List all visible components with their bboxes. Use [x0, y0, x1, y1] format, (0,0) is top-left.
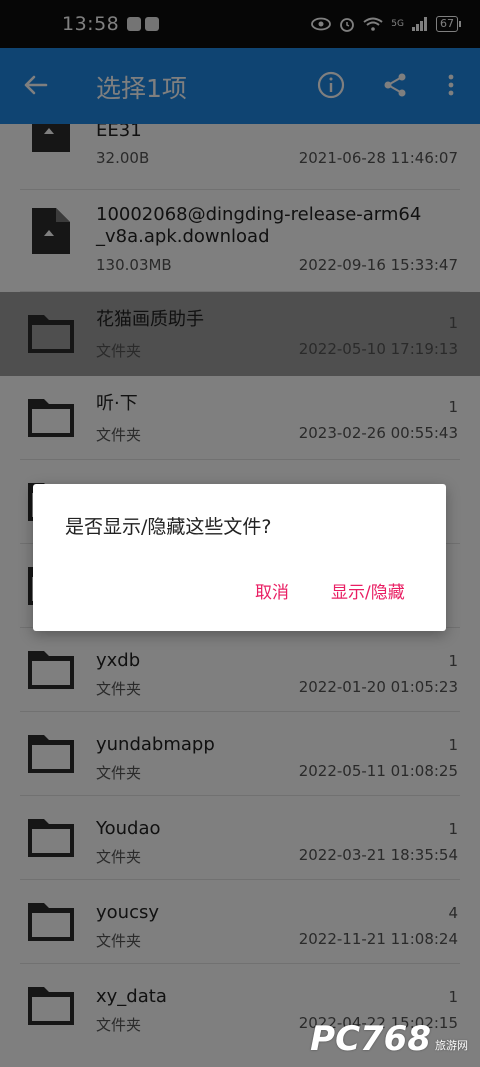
show-hide-button[interactable]: 显示/隐藏 — [331, 578, 405, 603]
watermark-text: PC768 — [310, 1019, 431, 1059]
watermark-logo: PC768 旅游网 — [310, 1019, 468, 1059]
dialog-message: 是否显示/隐藏这些文件? — [65, 516, 272, 538]
watermark-subtext: 旅游网 — [435, 1039, 468, 1052]
cancel-button[interactable]: 取消 — [255, 578, 289, 603]
confirm-dialog: 是否显示/隐藏这些文件? 取消 显示/隐藏 — [33, 484, 446, 631]
